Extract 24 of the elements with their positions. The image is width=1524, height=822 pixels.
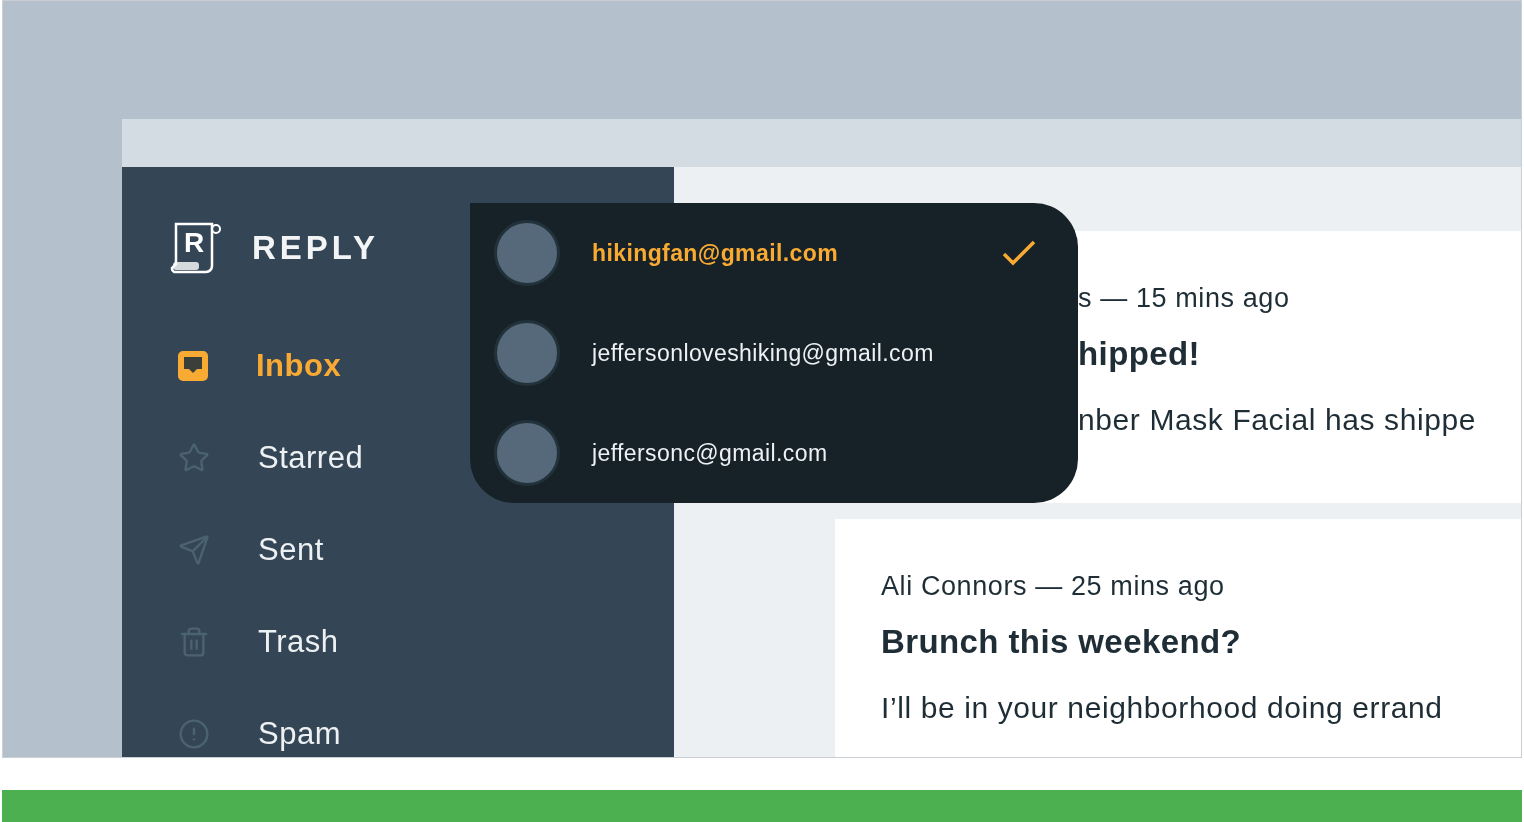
email-meta: s — 15 mins ago <box>1078 283 1291 315</box>
nav-label: Spam <box>258 716 341 752</box>
trash-icon <box>178 626 210 658</box>
inbox-icon <box>178 351 208 381</box>
alert-icon <box>178 718 210 750</box>
nav-item[interactable]: Trash <box>170 596 674 688</box>
account-email: jeffersonc@gmail.com <box>592 439 828 467</box>
email-subject: hipped! <box>1078 335 1201 373</box>
email-subject: Brunch this weekend? <box>881 623 1243 661</box>
nav-label: Inbox <box>256 348 342 384</box>
app-title: REPLY <box>252 229 379 267</box>
email-meta: Ali Connors — 25 mins ago <box>881 571 1226 603</box>
email-card[interactable]: Ali Connors — 25 mins ago Brunch this weekend? I’ll be in your neighborhood doing errand <box>835 519 1521 757</box>
nav-label: Starred <box>258 440 364 476</box>
nav-label: Trash <box>258 624 339 660</box>
nav-item[interactable]: Spam <box>170 688 674 757</box>
nav-item[interactable]: Sent <box>170 504 674 596</box>
email-preview: I’ll be in your neighborhood doing errand <box>881 691 1444 725</box>
check-icon <box>1002 240 1036 266</box>
nav-label: Sent <box>258 532 324 568</box>
star-icon <box>178 442 210 474</box>
email-preview: nber Mask Facial has shippe <box>1078 403 1478 437</box>
account-email: hikingfan@gmail.com <box>592 239 838 267</box>
send-icon <box>178 534 210 566</box>
